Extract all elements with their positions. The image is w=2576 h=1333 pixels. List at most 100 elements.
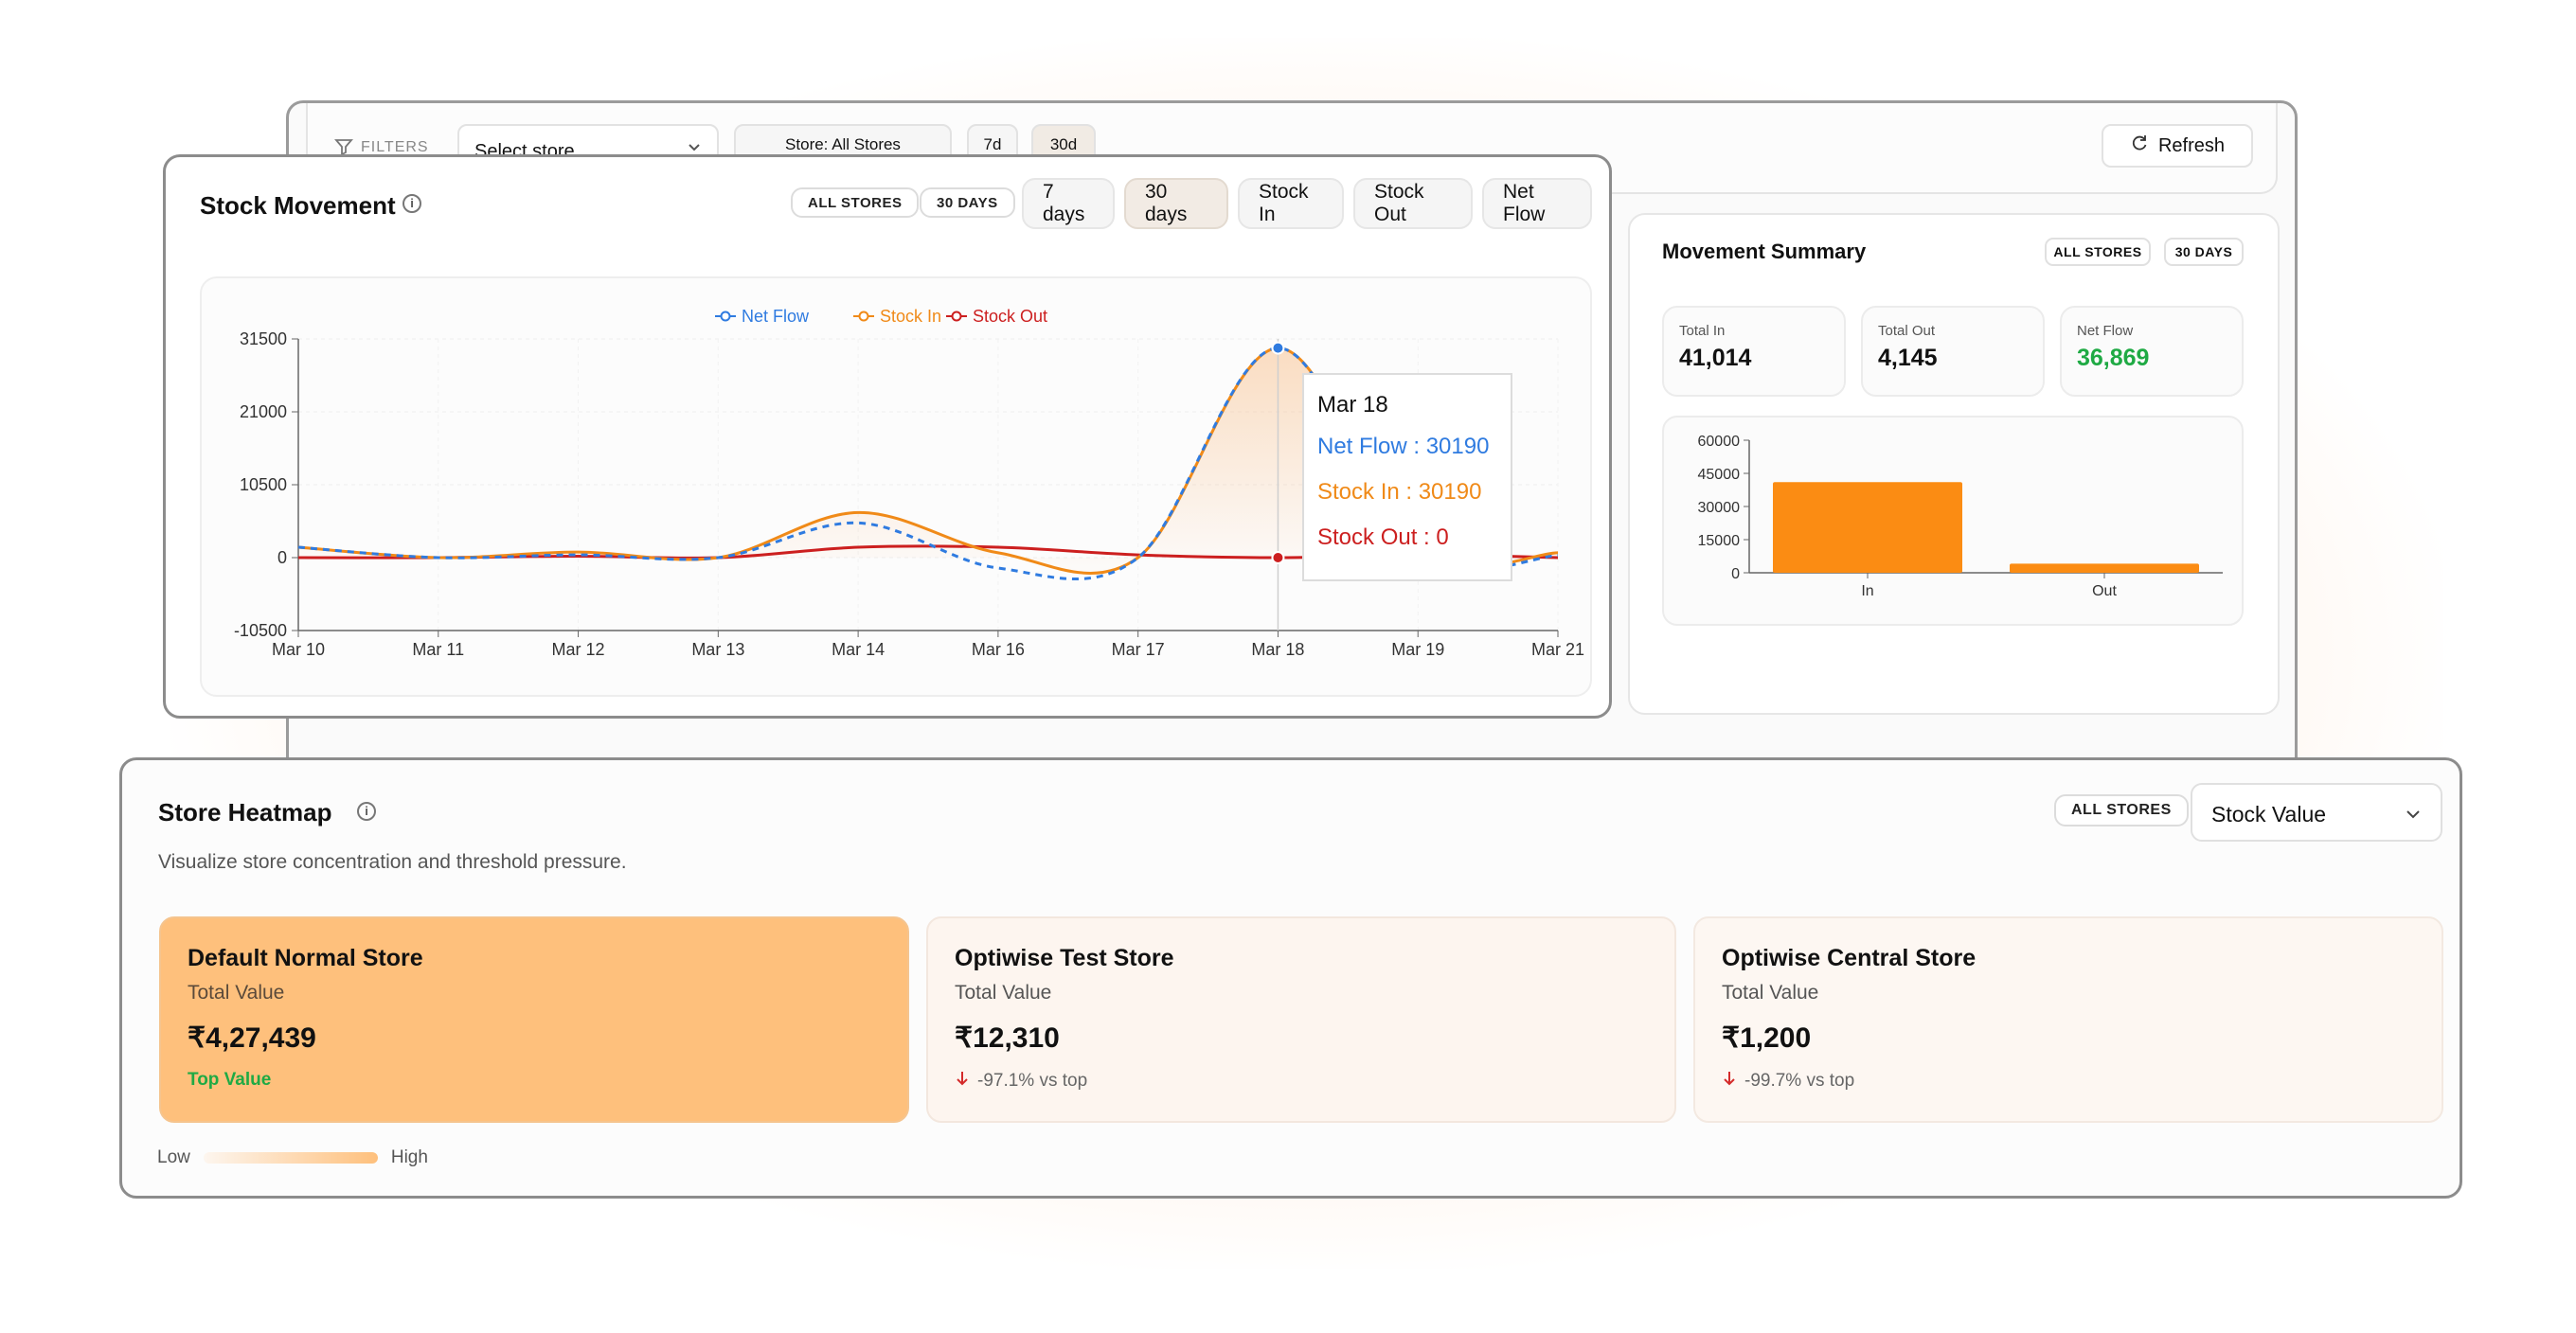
total-out-value: 4,145 — [1878, 345, 1938, 371]
summary-chip-stores[interactable]: ALL STORES — [2045, 238, 2151, 266]
y-tick-label: 30000 — [1698, 500, 1741, 516]
store-tile-default-normal[interactable]: Default Normal Store Total Value ₹4,27,4… — [159, 916, 909, 1123]
x-tick-label: In — [1861, 583, 1873, 599]
store-tile-optiwise-test[interactable]: Optiwise Test Store Total Value ₹12,310 … — [926, 916, 1676, 1123]
legend-item: Stock In — [853, 307, 941, 326]
7d-chip-label: 7d — [983, 135, 1002, 153]
legend-item: Net Flow — [715, 307, 810, 326]
store-heatmap-title: Store Heatmap — [158, 798, 332, 826]
heatmap-legend: Low High — [157, 1147, 428, 1168]
stock-out-button-label: Stock Out — [1374, 181, 1424, 225]
chip-all-stores[interactable]: ALL STORES — [791, 187, 920, 218]
legend-label: Stock In — [880, 307, 941, 326]
x-tick-label: Mar 18 — [1251, 640, 1304, 659]
store-value-label: Total Value — [1722, 982, 1819, 1004]
info-icon[interactable]: i — [402, 194, 421, 213]
store-value-label: Total Value — [955, 982, 1052, 1004]
heatmap-chip-all-stores-label: ALL STORES — [2071, 802, 2172, 818]
store-name: Optiwise Central Store — [1722, 945, 1977, 971]
tooltip-stock-in: Stock In : 30190 — [1317, 479, 1482, 505]
x-tick-label: Out — [2092, 583, 2117, 599]
top-value-label: Top Value — [188, 1070, 272, 1090]
store-value: ₹1,200 — [1722, 1022, 1812, 1054]
y-tick-label: 31500 — [240, 329, 287, 348]
bar-in — [1773, 482, 1962, 573]
delta-vs-top: -97.1% vs top — [955, 1070, 1648, 1093]
chip-all-stores-label: ALL STORES — [808, 194, 903, 211]
y-tick-label: 21000 — [240, 402, 287, 421]
summary-chip-days-label: 30 DAYS — [2174, 244, 2233, 259]
net-flow-label: Net Flow — [2077, 323, 2134, 339]
heatmap-chip-all-stores[interactable]: ALL STORES — [2054, 794, 2189, 826]
summary-bar-chart: 60000 45000 30000 15000 0 In Out — [1698, 434, 2223, 599]
x-tick-label: Mar 17 — [1112, 640, 1165, 659]
delta-vs-top: -99.7% vs top — [1722, 1070, 2415, 1093]
stock-out-button[interactable]: Stock Out — [1353, 178, 1473, 229]
net-flow-value: 36,869 — [2077, 345, 2150, 371]
stock-in-button-label: Stock In — [1259, 181, 1309, 225]
x-tick-label: Mar 10 — [272, 640, 325, 659]
y-tick-label: 10500 — [240, 475, 287, 494]
net-flow-button[interactable]: Net Flow — [1482, 178, 1592, 229]
store-tile-optiwise-central[interactable]: Optiwise Central Store Total Value ₹1,20… — [1693, 916, 2443, 1123]
top-value-badge: Top Value — [188, 1070, 881, 1091]
total-in-stat: Total In 41,014 — [1662, 306, 1846, 397]
range-7-days-label: 7 days — [1043, 181, 1085, 225]
refresh-button[interactable]: Refresh — [2102, 124, 2253, 168]
total-out-stat: Total Out 4,145 — [1861, 306, 2045, 397]
x-tick-label: Mar 13 — [691, 640, 744, 659]
x-tick-label: Mar 12 — [552, 640, 605, 659]
x-tick-label: Mar 11 — [412, 640, 464, 659]
net-flow-stat: Net Flow 36,869 — [2060, 306, 2244, 397]
arrow-down-icon — [955, 1070, 970, 1093]
y-tick-label: 0 — [277, 548, 287, 567]
tooltip-net-flow: Net Flow : 30190 — [1317, 434, 1490, 459]
chevron-down-icon — [2405, 806, 2422, 827]
hover-point-stock-out — [1271, 551, 1285, 564]
legend-marker — [951, 311, 962, 322]
legend-item: Stock Out — [946, 307, 1047, 326]
store-name: Optiwise Test Store — [955, 945, 1174, 971]
range-7-days-button[interactable]: 7 days — [1022, 178, 1115, 229]
total-in-label: Total In — [1679, 323, 1726, 339]
legend-label: Net Flow — [742, 307, 810, 326]
stock-in-button[interactable]: Stock In — [1238, 178, 1344, 229]
y-tick-label: 45000 — [1698, 467, 1741, 483]
refresh-icon — [2130, 133, 2149, 158]
total-out-label: Total Out — [1878, 323, 1936, 339]
info-icon[interactable]: i — [357, 802, 376, 821]
tooltip-stock-out: Stock Out : 0 — [1317, 524, 1449, 550]
metric-select-value: Stock Value — [2211, 802, 2327, 826]
total-in-value: 41,014 — [1679, 345, 1752, 371]
range-30-days-button[interactable]: 30 days — [1124, 178, 1228, 229]
stock-movement-card: Stock Movement i ALL STORES 30 DAYS 7 da… — [163, 154, 1612, 719]
legend-marker — [858, 311, 869, 322]
y-tick-label: 15000 — [1698, 533, 1741, 549]
legend-marker — [720, 311, 731, 322]
legend-label: Stock Out — [973, 307, 1047, 326]
x-tick-label: Mar 21 — [1531, 640, 1584, 659]
store-value-label: Total Value — [188, 982, 285, 1004]
hover-point-net-flow — [1271, 341, 1285, 355]
y-tick-label: -10500 — [234, 621, 287, 640]
movement-summary-card: Movement Summary ALL STORES 30 DAYS Tota… — [1628, 213, 2280, 715]
movement-summary-title: Movement Summary — [1662, 240, 1867, 263]
bar-out — [2010, 563, 2199, 573]
summary-chip-stores-label: ALL STORES — [2053, 244, 2142, 259]
metric-select[interactable]: Stock Value — [2191, 783, 2442, 842]
summary-chip-days[interactable]: 30 DAYS — [2164, 238, 2244, 266]
legend-low: Low — [157, 1147, 190, 1167]
tooltip-date: Mar 18 — [1317, 392, 1388, 418]
delta-vs-top-label: -99.7% vs top — [1744, 1071, 1855, 1091]
chip-30-days[interactable]: 30 DAYS — [920, 187, 1015, 218]
refresh-label: Refresh — [2157, 134, 2226, 156]
summary-bar-chart-panel: 60000 45000 30000 15000 0 In Out — [1662, 416, 2244, 626]
arrow-down-icon — [1722, 1070, 1737, 1093]
store-name: Default Normal Store — [188, 945, 423, 971]
delta-vs-top-label: -97.1% vs top — [977, 1071, 1088, 1091]
stock-movement-title: Stock Movement — [200, 191, 396, 220]
x-tick-label: Mar 14 — [832, 640, 885, 659]
store-value: ₹4,27,439 — [188, 1022, 316, 1054]
chart-tooltip: Mar 18 Net Flow : 30190 Stock In : 30190… — [1302, 373, 1512, 581]
x-tick-label: Mar 16 — [972, 640, 1025, 659]
